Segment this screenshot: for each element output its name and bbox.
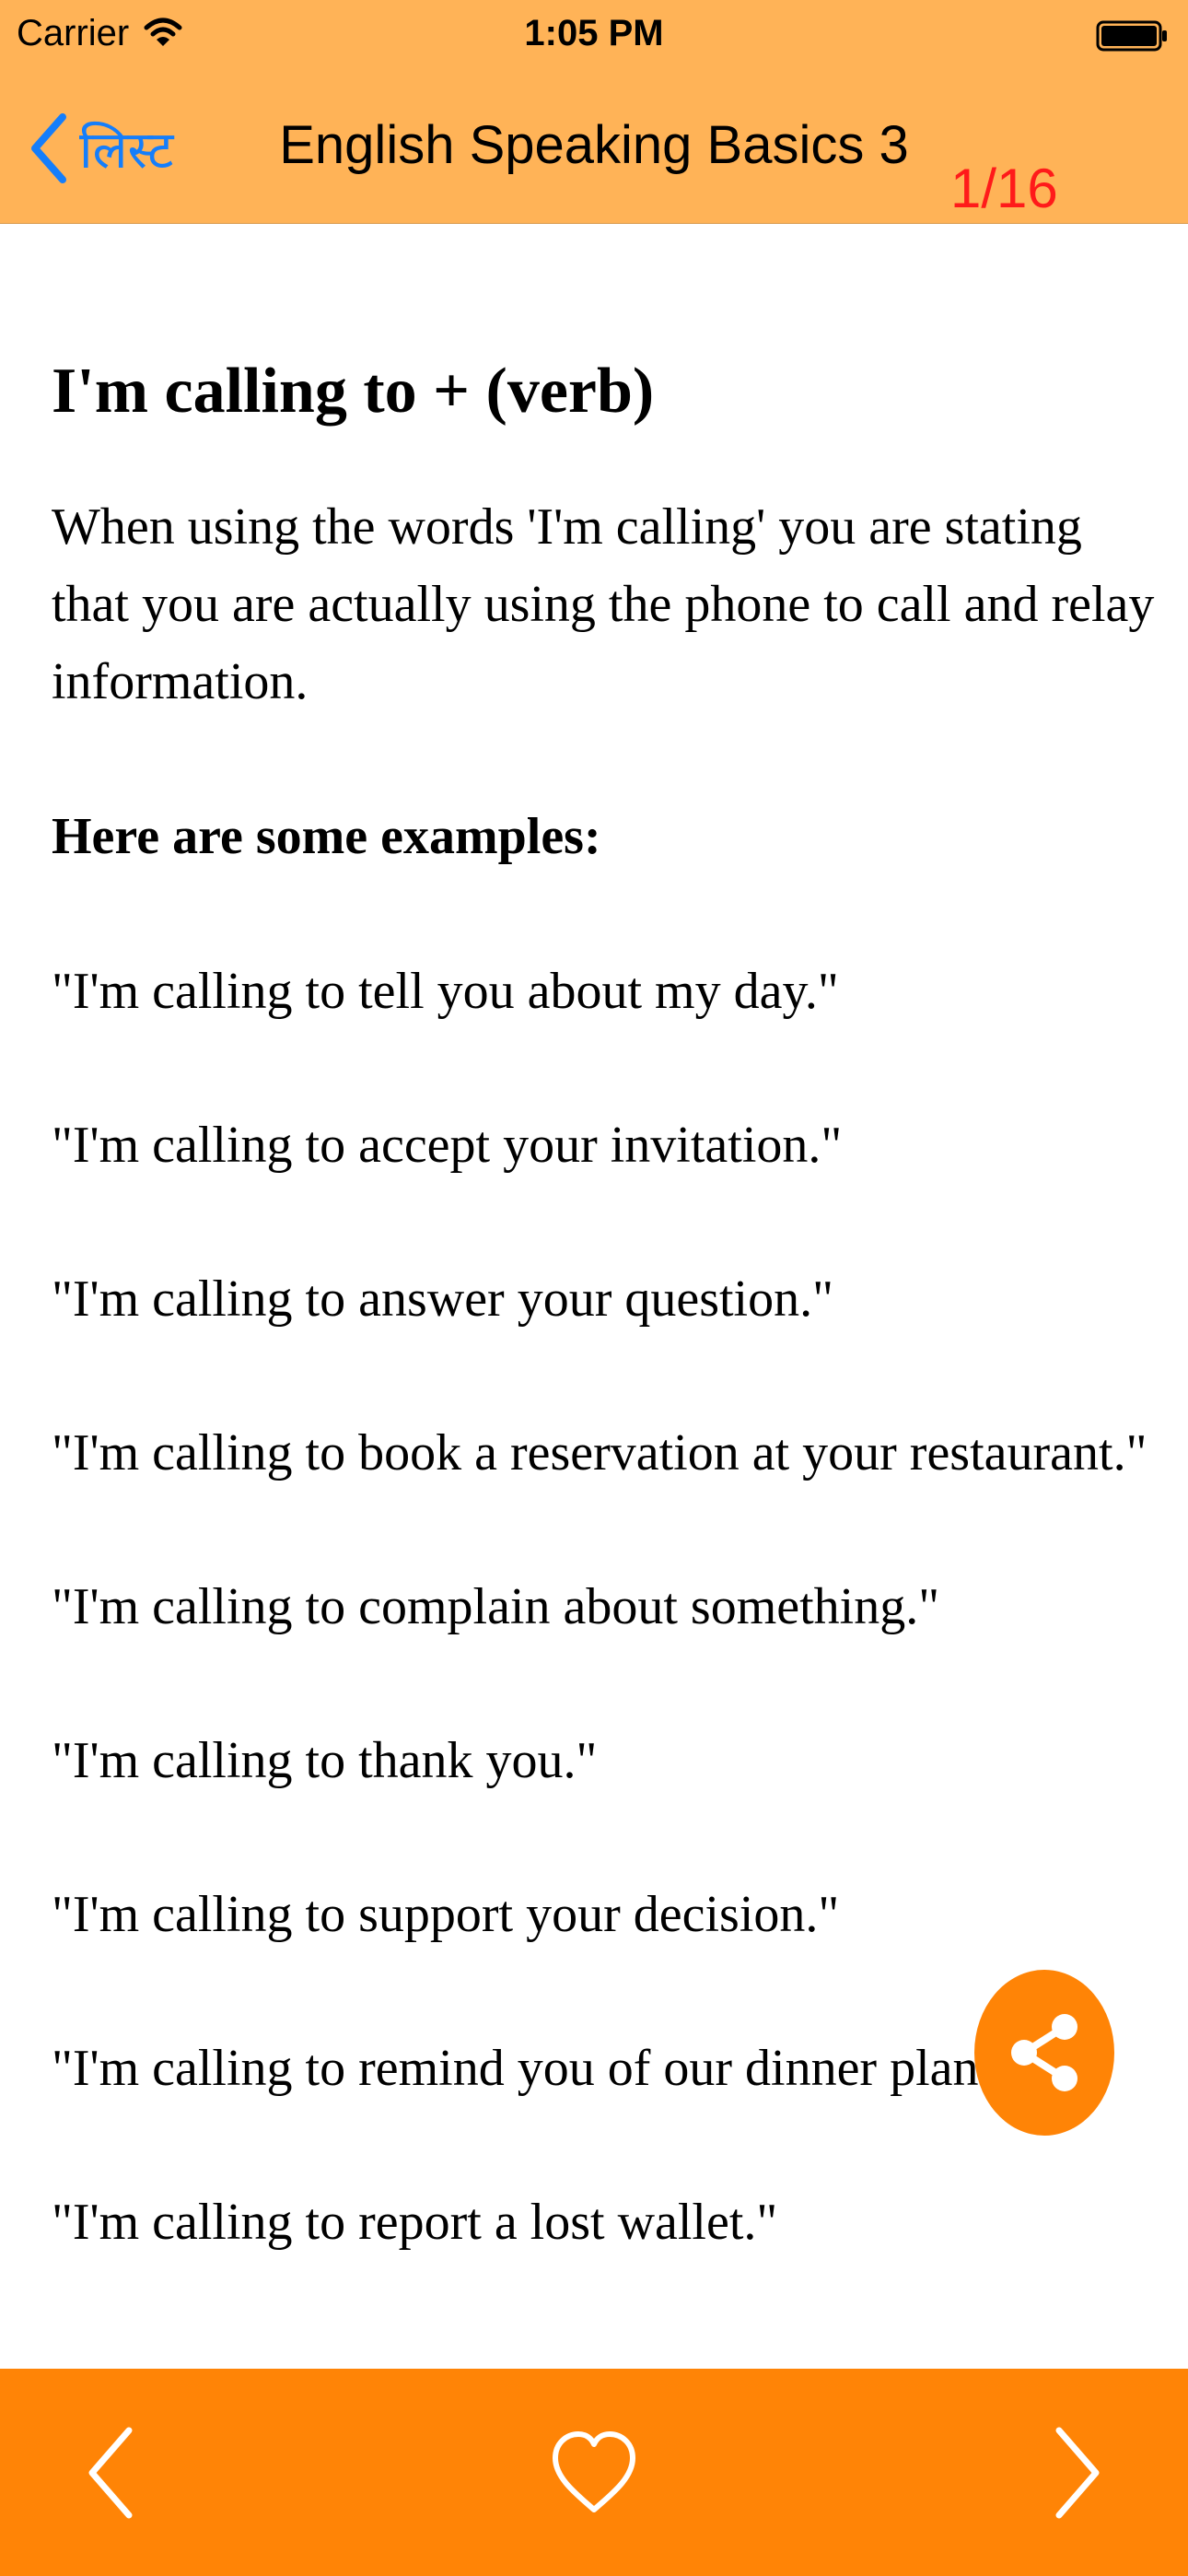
- top-bar: Carrier 1:05 PM लिस्ट English Speaking B…: [0, 0, 1188, 224]
- share-icon: [1011, 2014, 1077, 2091]
- share-button[interactable]: [974, 1970, 1114, 2136]
- status-bar: Carrier 1:05 PM: [0, 0, 1188, 74]
- favorite-button[interactable]: [530, 2369, 658, 2576]
- example-item: "I'm calling to support your decision.": [52, 1886, 840, 1943]
- page-counter: 1/16: [950, 158, 1058, 219]
- navigation-bar: लिस्ट English Speaking Basics 3 1/16: [0, 74, 1188, 224]
- heart-outline-icon: [553, 2430, 635, 2512]
- example-item: "I'm calling to report a lost wallet.": [52, 2194, 778, 2251]
- bottom-toolbar: [0, 2369, 1188, 2576]
- example-item: "I'm calling to tell you about my day.": [52, 963, 839, 1020]
- chevron-left-icon: [88, 2427, 133, 2518]
- example-item: "I'm calling to complain about something…: [52, 1578, 940, 1635]
- example-item: "I'm calling to thank you.": [52, 1732, 598, 1789]
- status-time: 1:05 PM: [524, 13, 664, 53]
- example-item: "I'm calling to accept your invitation.": [52, 1117, 843, 1174]
- next-button[interactable]: [1022, 2369, 1133, 2576]
- example-item: "I'm calling to answer your question.": [52, 1270, 833, 1328]
- chevron-right-icon: [1055, 2427, 1100, 2518]
- lesson-intro: When using the words 'I'm calling' you a…: [52, 498, 1155, 710]
- lesson-heading: I'm calling to + (verb): [52, 356, 655, 427]
- example-item: "I'm calling to book a reservation at yo…: [52, 1424, 1147, 1481]
- previous-button[interactable]: [55, 2369, 166, 2576]
- battery-icon: [1096, 20, 1167, 52]
- examples-heading: Here are some examples:: [52, 808, 601, 865]
